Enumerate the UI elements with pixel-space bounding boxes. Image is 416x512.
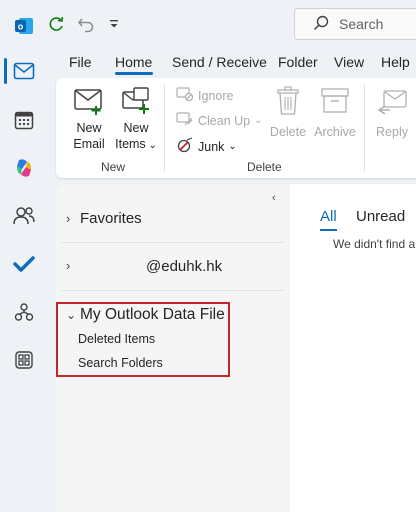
copilot-icon[interactable] — [8, 152, 40, 184]
collapse-pane-icon[interactable]: ‹ — [272, 192, 276, 204]
clean-up-button[interactable]: Clean Up ⌄ — [176, 112, 263, 129]
tab-view[interactable]: View — [334, 50, 364, 74]
chevron-down-icon: ⌄ — [145, 140, 157, 151]
group-label-new: New — [101, 160, 126, 174]
junk-button[interactable]: Junk ⌄ — [176, 137, 237, 156]
org-explorer-icon[interactable] — [8, 296, 40, 328]
chevron-down-icon: ⌄ — [228, 141, 237, 152]
empty-state-text: We didn't find a — [333, 237, 416, 251]
chevron-right-icon: › — [66, 211, 71, 226]
account-name[interactable]: @eduhk.hk — [146, 258, 222, 275]
divider — [62, 290, 284, 291]
account-label: @eduhk.hk — [146, 258, 223, 275]
todo-icon[interactable] — [8, 248, 40, 280]
search-icon — [313, 15, 329, 34]
chevron-down-icon: ⌄ — [254, 115, 263, 126]
delete-button[interactable]: Delete — [266, 86, 310, 140]
favorites-folder[interactable]: › Favorites — [66, 210, 142, 227]
title-bar: Search — [0, 0, 416, 48]
chevron-right-icon: › — [66, 258, 71, 273]
new-email-label-2: Email — [73, 137, 105, 151]
tab-home[interactable]: Home — [115, 50, 152, 74]
group-label-delete: Delete — [247, 160, 282, 174]
favorites-label: Favorites — [80, 210, 142, 227]
delete-label: Delete — [269, 125, 307, 139]
tab-file[interactable]: File — [69, 50, 92, 74]
new-items-label-1: New — [123, 121, 149, 135]
message-list: All Unread We didn't find a — [290, 184, 416, 512]
new-items-row: Items ⌄ — [115, 136, 157, 154]
reply-label: Reply — [376, 125, 408, 139]
junk-label: Junk — [198, 139, 225, 154]
tab-home-underline — [115, 72, 153, 75]
new-email-icon — [73, 86, 105, 120]
new-items-label-2: Items — [115, 137, 146, 151]
account-folder[interactable]: › — [66, 258, 78, 273]
filter-all[interactable]: All — [320, 208, 337, 225]
undo-icon[interactable] — [74, 12, 98, 36]
filter-all-underline — [320, 229, 337, 231]
new-items-icon — [120, 86, 152, 120]
archive-icon — [320, 86, 350, 120]
ribbon-separator — [164, 84, 165, 172]
mail-icon[interactable] — [8, 55, 40, 87]
clean-up-label: Clean Up — [198, 113, 251, 128]
more-apps-icon[interactable] — [8, 344, 40, 376]
reply-button[interactable]: Reply — [370, 86, 414, 140]
ignore-label: Ignore — [198, 88, 234, 103]
ignore-icon — [176, 87, 194, 104]
ribbon: New Email New Items ⌄ New Ignore Clean U… — [56, 78, 416, 178]
clean-up-icon — [176, 112, 194, 129]
tab-help[interactable]: Help — [381, 50, 410, 74]
junk-icon — [176, 137, 194, 156]
rail-active-indicator — [4, 58, 7, 84]
new-email-button[interactable]: New Email — [70, 86, 108, 152]
highlight-box — [56, 302, 230, 377]
people-icon[interactable] — [8, 200, 40, 232]
trash-icon — [275, 86, 301, 120]
app-rail: o — [0, 0, 48, 512]
reply-icon — [376, 86, 408, 120]
calendar-icon[interactable] — [8, 104, 40, 136]
tab-folder[interactable]: Folder — [278, 50, 318, 74]
archive-label: Archive — [314, 125, 356, 139]
divider — [62, 242, 284, 243]
tab-send-receive[interactable]: Send / Receive — [172, 50, 267, 74]
search-placeholder: Search — [339, 16, 384, 32]
search-input[interactable]: Search — [294, 8, 416, 40]
new-email-label-1: New — [76, 121, 102, 135]
customize-toolbar-icon[interactable] — [102, 12, 126, 36]
filter-unread[interactable]: Unread — [356, 208, 405, 225]
ribbon-separator — [364, 84, 365, 172]
sync-icon[interactable] — [44, 12, 68, 36]
archive-button[interactable]: Archive — [311, 86, 359, 140]
ignore-button[interactable]: Ignore — [176, 87, 233, 104]
new-items-button[interactable]: New Items ⌄ — [114, 86, 158, 154]
